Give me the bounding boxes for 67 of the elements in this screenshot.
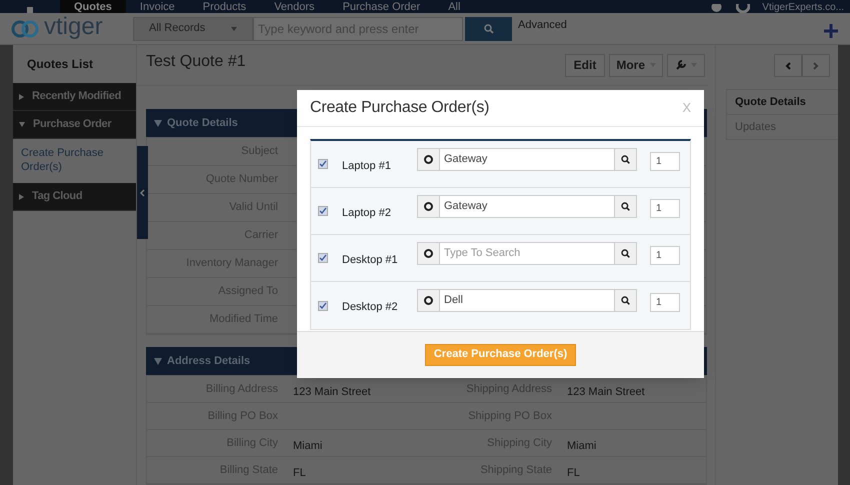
field-value: FL <box>293 467 306 479</box>
clear-icon[interactable] <box>424 202 433 210</box>
chevron-right-icon <box>813 62 819 70</box>
sidebar-section[interactable]: Recently Modified <box>13 83 136 111</box>
record-title: Test Quote #1 <box>146 52 246 72</box>
sidebar-section[interactable]: Purchase Order <box>13 111 136 139</box>
checkbox[interactable] <box>318 159 328 169</box>
nav-tab[interactable]: All <box>434 0 474 13</box>
product-name: Desktop #1 <box>342 252 399 268</box>
tools-button[interactable] <box>667 54 705 76</box>
vendor-field[interactable]: Gateway <box>417 148 637 170</box>
more-button[interactable]: More <box>609 54 663 76</box>
nav-tab[interactable]: Purchase Order <box>328 0 434 13</box>
search-icon[interactable] <box>621 248 630 258</box>
vendor-field[interactable]: Dell <box>417 289 637 312</box>
caret-icon <box>231 26 237 30</box>
records-dropdown[interactable]: All Records <box>133 16 253 40</box>
quantity-field[interactable]: 1 <box>650 246 680 264</box>
field-value: Miami <box>567 440 596 452</box>
expanded-icon <box>19 122 25 127</box>
search-button[interactable] <box>465 16 512 40</box>
sidebar-link[interactable]: Create Purchase Order(s) <box>21 146 128 174</box>
vendor-field[interactable]: Gateway <box>417 194 637 218</box>
logo-text: vtiger <box>44 14 103 38</box>
field-value: 123 Main Street <box>567 386 645 398</box>
wrench-icon <box>676 60 686 70</box>
checkbox[interactable] <box>318 253 328 263</box>
create-purchase-orders-button[interactable]: Create Purchase Order(s) <box>424 344 576 366</box>
quantity-field[interactable]: 1 <box>650 198 680 218</box>
chevron-left-icon <box>140 188 145 196</box>
expanded-icon <box>154 358 162 364</box>
collapsed-icon <box>19 194 24 200</box>
search-icon[interactable] <box>621 296 630 305</box>
search-icon <box>484 24 494 34</box>
product-name: Laptop #2 <box>342 206 392 221</box>
edit-button[interactable]: Edit <box>564 54 606 76</box>
field-value: 123 Main Street <box>293 386 371 398</box>
clear-icon[interactable] <box>424 248 433 258</box>
nav-tab[interactable]: Invoice <box>126 0 189 13</box>
search-icon[interactable] <box>621 154 630 164</box>
checkbox[interactable] <box>318 300 328 310</box>
search-icon[interactable] <box>621 202 630 210</box>
quantity-field[interactable]: 1 <box>650 152 680 170</box>
product-name: Desktop #2 <box>342 300 399 316</box>
field-value: FL <box>567 467 580 479</box>
product-name: Laptop #1 <box>342 158 392 174</box>
quantity-field[interactable]: 1 <box>650 293 680 312</box>
expanded-icon <box>154 120 162 126</box>
clear-icon[interactable] <box>424 296 433 305</box>
collapse-toggle[interactable] <box>137 146 148 239</box>
dialog-title: Create Purchase Order(s) <box>310 98 490 118</box>
nav-tab[interactable]: Quotes <box>60 0 126 13</box>
nav-tab[interactable]: Products <box>188 0 260 13</box>
nav-tab[interactable]: Vendors <box>260 0 329 13</box>
sidebar-title: Quotes List <box>27 56 94 73</box>
advanced-search-link[interactable]: Advanced <box>518 17 567 34</box>
chevron-left-icon <box>785 62 791 70</box>
vendor-field[interactable]: Type To Search <box>417 242 637 264</box>
sidebar-section[interactable]: Tag Cloud <box>13 183 136 211</box>
checkbox[interactable] <box>318 206 328 216</box>
home-icon[interactable] <box>25 5 35 13</box>
previous-button[interactable] <box>774 54 802 77</box>
field-value: Miami <box>293 440 322 452</box>
clear-icon[interactable] <box>424 154 433 164</box>
user-menu[interactable]: VtigerExperts.co... <box>762 2 844 13</box>
add-icon[interactable] <box>824 24 838 38</box>
collapsed-icon <box>19 94 24 100</box>
